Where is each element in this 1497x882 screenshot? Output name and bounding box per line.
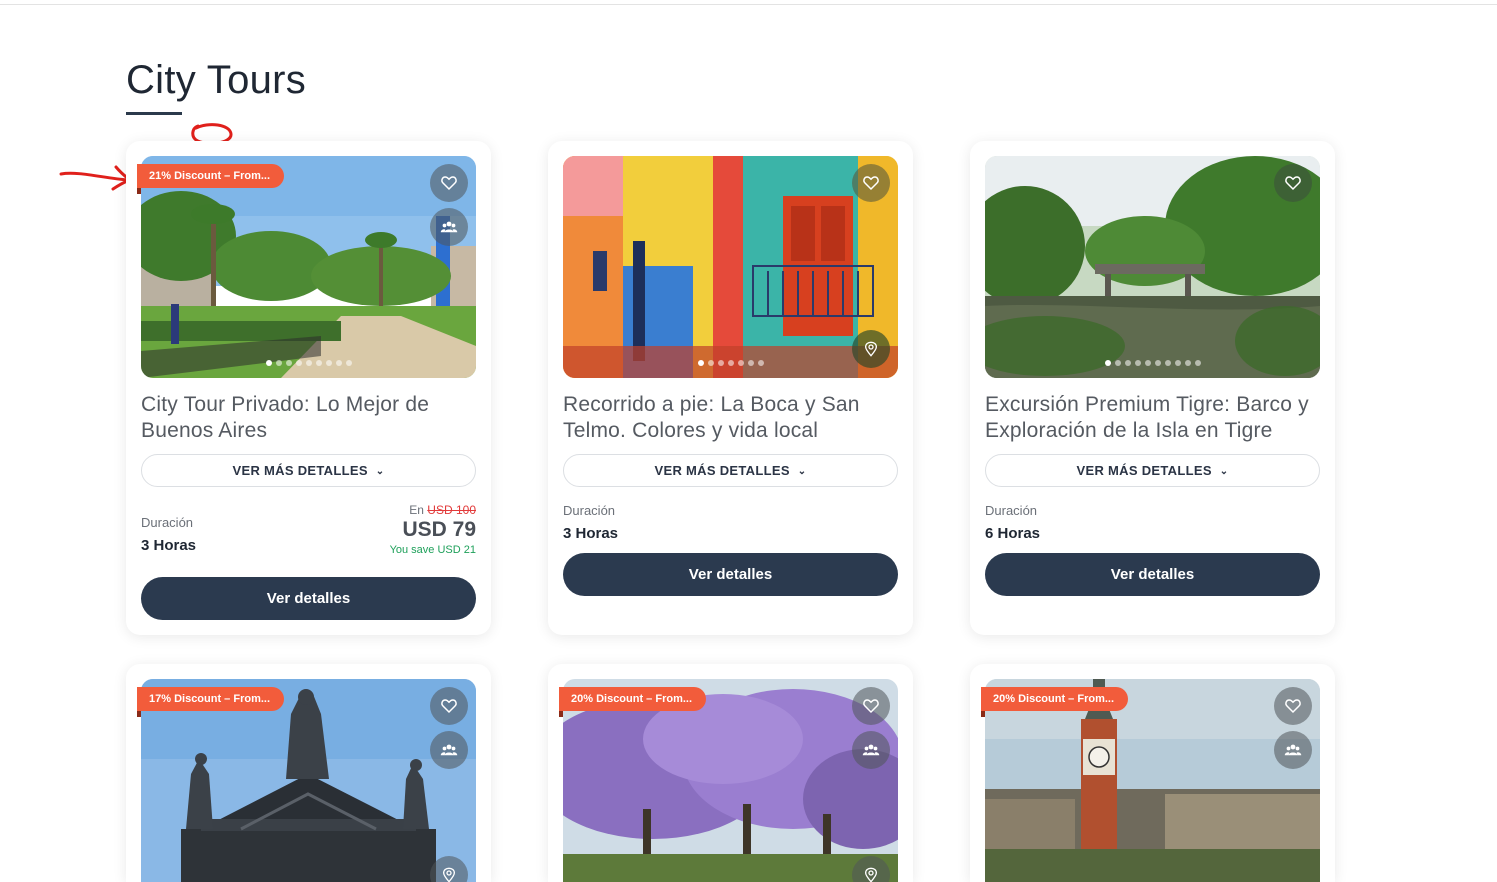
duration-label: Duración [985, 503, 1038, 518]
price-savings: You save USD 21 [389, 544, 476, 556]
tour-card[interactable]: 20% Discount – From... [548, 664, 913, 882]
chevron-down-icon: ⌄ [1219, 466, 1229, 477]
carousel-dots[interactable] [985, 360, 1320, 366]
more-details-label: VER MÁS DETALLES [1076, 463, 1212, 478]
view-details-button[interactable]: Ver detalles [985, 553, 1320, 596]
tour-card[interactable]: Excursión Premium Tigre: Barco y Explora… [970, 141, 1335, 635]
favorite-heart-icon[interactable] [1274, 687, 1312, 725]
more-details-button[interactable]: VER MÁS DETALLES ⌄ [985, 454, 1320, 487]
group-icon[interactable] [430, 208, 468, 246]
more-details-button[interactable]: VER MÁS DETALLES ⌄ [141, 454, 476, 487]
top-divider [0, 4, 1497, 5]
title-underline [126, 112, 182, 115]
carousel-dots[interactable] [141, 360, 476, 366]
tour-title[interactable]: Recorrido a pie: La Boca y San Telmo. Co… [563, 392, 898, 444]
tour-photo-tigre[interactable] [985, 156, 1320, 378]
view-details-button[interactable]: Ver detalles [563, 553, 898, 596]
duration-value: 3 Horas [563, 525, 619, 542]
favorite-heart-icon[interactable] [430, 164, 468, 202]
chevron-down-icon: ⌄ [375, 466, 385, 477]
page-title: City Tours [126, 58, 307, 102]
price-box: En USD 100 USD 79 You save USD 21 [390, 503, 476, 556]
tour-card[interactable]: 17% Discount – From... [126, 664, 491, 882]
tour-card[interactable]: 20% Discount – From... [970, 664, 1335, 882]
discount-badge: 17% Discount – From... [137, 687, 285, 717]
more-details-label: VER MÁS DETALLES [654, 463, 790, 478]
tour-card[interactable]: 21% Discount – From... City Tour Privado… [126, 141, 491, 635]
favorite-heart-icon[interactable] [852, 687, 890, 725]
group-icon[interactable] [1274, 731, 1312, 769]
duration-value: 3 Horas [141, 537, 197, 554]
more-details-label: VER MÁS DETALLES [232, 463, 368, 478]
location-pin-icon[interactable] [852, 330, 890, 368]
discount-badge: 21% Discount – From... [137, 164, 285, 194]
view-details-button[interactable]: Ver detalles [141, 577, 476, 620]
tour-photo-plaza[interactable] [141, 156, 476, 378]
duration-label: Duración [563, 503, 616, 518]
price-now: USD 79 [402, 518, 476, 541]
chevron-down-icon: ⌄ [797, 466, 807, 477]
favorite-heart-icon[interactable] [430, 687, 468, 725]
duration-label: Duración [141, 515, 194, 530]
price-prefix: En [409, 503, 424, 517]
group-icon[interactable] [430, 731, 468, 769]
tour-title[interactable]: City Tour Privado: Lo Mejor de Buenos Ai… [141, 392, 476, 444]
favorite-heart-icon[interactable] [1274, 164, 1312, 202]
tour-photo-la-boca[interactable] [563, 156, 898, 378]
carousel-dots[interactable] [563, 360, 898, 366]
group-icon[interactable] [852, 731, 890, 769]
price-old: USD 100 [427, 503, 476, 517]
favorite-heart-icon[interactable] [852, 164, 890, 202]
tour-title[interactable]: Excursión Premium Tigre: Barco y Explora… [985, 392, 1320, 444]
more-details-button[interactable]: VER MÁS DETALLES ⌄ [563, 454, 898, 487]
duration-value: 6 Horas [985, 525, 1041, 542]
tour-card[interactable]: Recorrido a pie: La Boca y San Telmo. Co… [548, 141, 913, 635]
annotation-arrow [59, 165, 134, 191]
discount-badge: 20% Discount – From... [981, 687, 1129, 717]
discount-badge: 20% Discount – From... [559, 687, 707, 717]
